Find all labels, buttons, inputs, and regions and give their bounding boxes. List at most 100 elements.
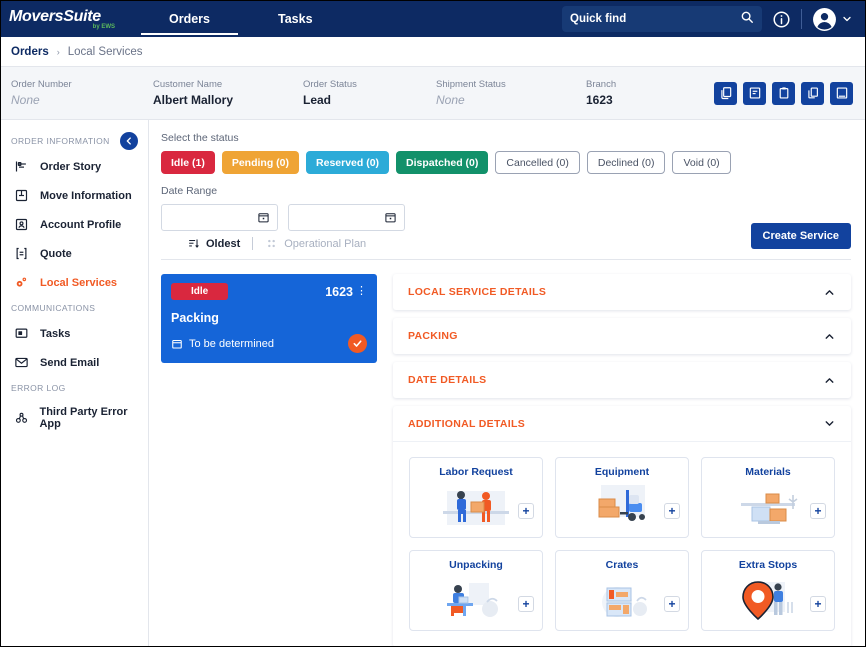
accordion-additional-details-header[interactable]: ADDITIONAL DETAILS	[393, 406, 851, 442]
add-materials-button[interactable]: +	[810, 503, 826, 519]
date-from-input[interactable]	[161, 204, 278, 231]
sidebar-item-label: Quote	[40, 247, 72, 260]
sort-controls-row: Oldest Operational Plan Create Service	[161, 223, 851, 260]
status-chip-pending[interactable]: Pending (0)	[221, 151, 300, 174]
tile-crates[interactable]: Crates +	[555, 550, 689, 631]
content-columns: Idle 1623 ⋮ Packing To be determined LOC…	[161, 274, 851, 646]
status-badge: Idle	[171, 283, 229, 300]
sidebar-item-quote[interactable]: Quote	[1, 239, 148, 268]
status-chip-reserved[interactable]: Reserved (0)	[306, 151, 390, 174]
status-chip-label: Pending (0)	[231, 156, 290, 169]
order-number-label: Order Number	[11, 79, 72, 90]
tab-orders[interactable]: Orders	[135, 1, 244, 37]
main-content: Select the status Idle (1) Pending (0) R…	[149, 120, 865, 646]
service-card-number-group: 1623 ⋮	[325, 285, 367, 299]
chevron-down-icon	[843, 16, 851, 22]
tile-title: Labor Request	[439, 466, 513, 478]
tile-labor-request[interactable]: Labor Request +	[409, 457, 543, 538]
status-chip-declined[interactable]: Declined (0)	[586, 151, 666, 174]
status-chip-label: Reserved (0)	[316, 156, 380, 169]
add-unpacking-button[interactable]: +	[518, 596, 534, 612]
shipment-status-label: Shipment Status	[436, 79, 506, 90]
tile-equipment[interactable]: + Equipment	[555, 457, 689, 538]
sidebar-item-label: Tasks	[40, 327, 71, 340]
service-number: 1623	[325, 284, 353, 299]
book-icon[interactable]	[830, 81, 853, 105]
sidebar-item-order-story[interactable]: Order Story	[1, 152, 148, 181]
status-chip-label: Void (0)	[683, 156, 720, 169]
accordion-title: DATE DETAILS	[408, 374, 487, 386]
sidebar-item-local-services[interactable]: Local Services	[1, 268, 148, 297]
add-labor-request-button[interactable]: +	[518, 503, 534, 519]
accordion-date-details[interactable]: DATE DETAILS	[393, 362, 851, 398]
sidebar-item-label: Account Profile	[40, 218, 122, 231]
kebab-menu-icon[interactable]: ⋮	[356, 286, 367, 297]
status-chip-cancelled[interactable]: Cancelled (0)	[495, 151, 580, 174]
avatar[interactable]	[812, 7, 853, 32]
info-icon[interactable]	[772, 10, 791, 29]
add-extra-stops-button[interactable]: +	[810, 596, 826, 612]
copy-clipboard-icon[interactable]	[801, 81, 824, 105]
check-circle-icon[interactable]	[348, 334, 367, 353]
order-number-field: Order Number None	[11, 79, 153, 107]
service-list-column: Idle 1623 ⋮ Packing To be determined	[161, 274, 377, 646]
quick-find-container[interactable]	[562, 6, 762, 32]
sidebar-item-account-profile[interactable]: Account Profile	[1, 210, 148, 239]
nav-tabs: Orders Tasks	[135, 1, 347, 37]
sidebar-heading-communications: COMMUNICATIONS	[1, 297, 148, 319]
accordion-additional-details: ADDITIONAL DETAILS Labor Request + + Equ…	[393, 406, 851, 646]
sort-icon	[189, 239, 199, 248]
note-document-icon[interactable]	[743, 81, 766, 105]
sort-divider	[252, 237, 254, 250]
tab-tasks[interactable]: Tasks	[244, 1, 347, 37]
chevron-up-icon	[825, 377, 834, 383]
search-input[interactable]	[570, 13, 740, 25]
date-to-input[interactable]	[288, 204, 405, 231]
service-card-packing[interactable]: Idle 1623 ⋮ Packing To be determined	[161, 274, 377, 363]
sidebar-item-tasks[interactable]: Tasks	[1, 319, 148, 348]
chevron-up-icon	[825, 333, 834, 339]
sidebar-item-move-information[interactable]: Move Information	[1, 181, 148, 210]
create-service-button[interactable]: Create Service	[750, 223, 851, 249]
sidebar-collapse-button[interactable]	[120, 132, 138, 150]
chevron-down-icon	[825, 421, 834, 426]
accordion-packing[interactable]: PACKING	[393, 318, 851, 354]
order-status-value: Lead	[303, 93, 332, 107]
clipboard-icon[interactable]	[772, 81, 795, 105]
tile-unpacking[interactable]: Unpacking +	[409, 550, 543, 631]
add-equipment-button[interactable]: +	[664, 503, 680, 519]
order-info-bar: Order Number None Customer Name Albert M…	[1, 67, 865, 120]
app-logo[interactable]: MoversSuite by EWS	[9, 8, 117, 30]
tile-extra-stops[interactable]: Extra Stops +	[701, 550, 835, 631]
account-profile-icon	[13, 217, 30, 232]
copy-document-icon[interactable]	[714, 81, 737, 105]
tile-materials[interactable]: Materials +	[701, 457, 835, 538]
operational-plan-control[interactable]: Operational Plan	[265, 237, 366, 250]
sidebar-heading-order-information: ORDER INFORMATION	[1, 130, 148, 152]
tile-title: Unpacking	[449, 559, 503, 571]
status-chip-idle[interactable]: Idle (1)	[161, 151, 215, 174]
breadcrumb-orders[interactable]: Orders	[11, 46, 49, 58]
breadcrumb: Orders › Local Services	[1, 37, 865, 67]
order-story-icon	[13, 159, 30, 174]
tile-title: Materials	[745, 466, 791, 478]
date-range-inputs	[161, 204, 851, 231]
service-card-date-text: To be determined	[189, 337, 274, 350]
sidebar-item-send-email[interactable]: Send Email	[1, 348, 148, 377]
third-party-error-icon	[13, 411, 29, 426]
accordion-title: ADDITIONAL DETAILS	[408, 417, 526, 430]
status-section-label: Select the status	[161, 132, 239, 144]
sort-oldest-control[interactable]: Oldest	[187, 237, 240, 250]
sidebar-item-third-party-error-app[interactable]: Third Party Error App	[1, 399, 148, 437]
status-chip-dispatched[interactable]: Dispatched (0)	[396, 151, 489, 174]
branch-label: Branch	[586, 79, 617, 90]
accordion-title: PACKING	[408, 330, 458, 342]
nav-right-controls	[562, 6, 853, 32]
status-chip-void[interactable]: Void (0)	[672, 151, 731, 174]
calendar-icon	[172, 339, 182, 349]
add-crates-button[interactable]: +	[664, 596, 680, 612]
customer-name-value: Albert Mallory	[153, 93, 234, 107]
search-icon[interactable]	[740, 10, 754, 29]
accordion-local-service-details[interactable]: LOCAL SERVICE DETAILS	[393, 274, 851, 310]
shipment-status-field: Shipment Status None	[436, 79, 586, 107]
